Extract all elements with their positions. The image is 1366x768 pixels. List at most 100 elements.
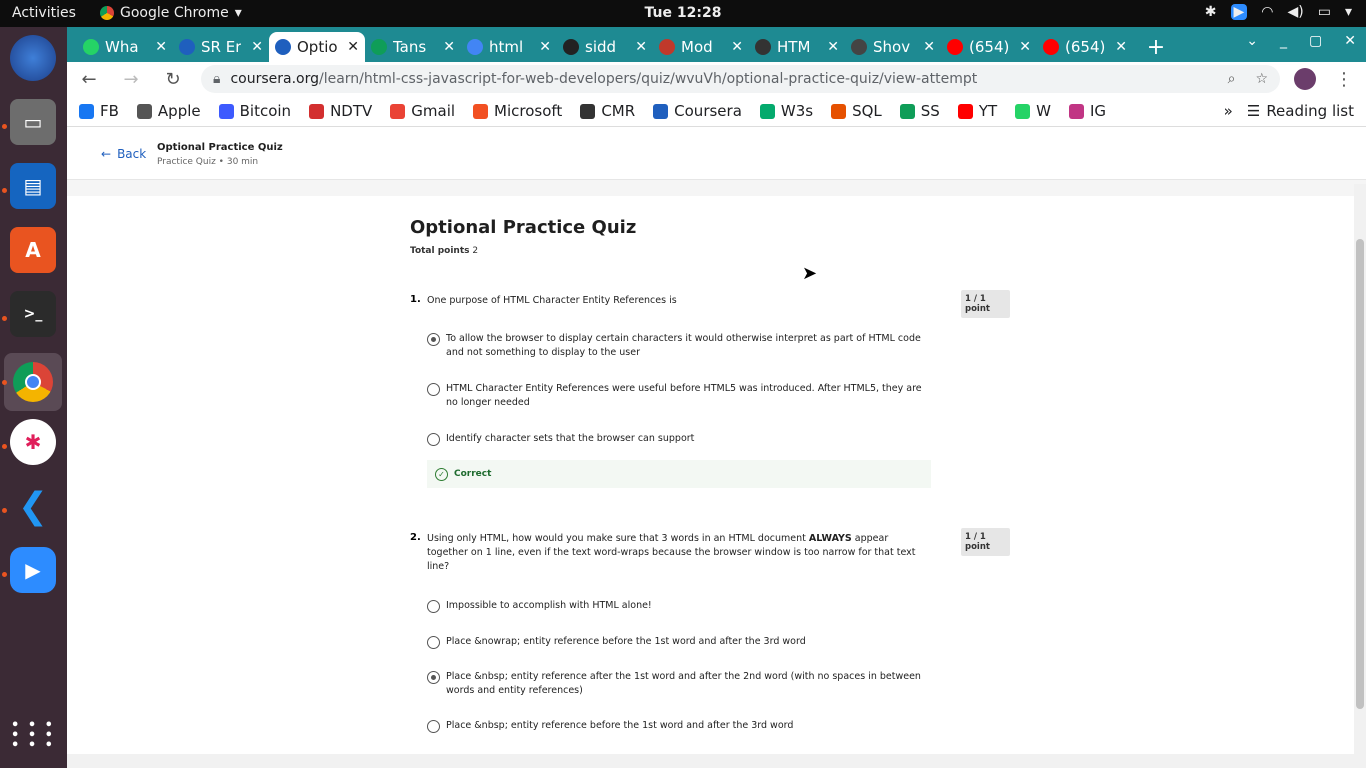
browser-tab[interactable]: Tans ✕ [365,32,461,62]
bookmark-favicon-icon [136,103,152,119]
libreoffice-impress-icon[interactable]: ▤ [10,163,56,209]
zoom-icon[interactable]: ⌕ [1228,71,1236,87]
bookmark-item[interactable]: CMR [580,102,635,120]
back-link[interactable]: ← Back [101,147,146,161]
bookmark-favicon-icon [390,103,406,119]
close-tab-icon[interactable]: ✕ [731,39,743,55]
page-band [67,180,1366,196]
browser-tab[interactable]: Mod ✕ [653,32,749,62]
radio[interactable] [427,720,440,733]
close-tab-icon[interactable]: ✕ [827,39,839,55]
vscode-icon[interactable]: ❮ [10,483,56,529]
option[interactable]: Place &nbsp; entity reference after the … [427,670,927,698]
option[interactable]: Identify character sets that the browser… [427,432,927,446]
bookmark-item[interactable]: YT [957,102,997,120]
radio[interactable] [427,433,440,446]
tab-search-icon[interactable]: ⌄ [1246,33,1258,49]
close-tab-icon[interactable]: ✕ [347,39,359,55]
zoom-icon[interactable]: ▶ [10,547,56,593]
reading-list-button[interactable]: ☰ Reading list [1247,102,1354,120]
bookmark-item[interactable]: FB [79,102,119,120]
minimize-icon[interactable]: _ [1280,33,1287,49]
header-title: Optional Practice Quiz [157,142,283,153]
option[interactable]: Place &nowrap; entity reference before t… [427,635,927,649]
browser-tab[interactable]: sidd ✕ [557,32,653,62]
scrollbar-thumb[interactable] [1356,239,1364,709]
bookmark-star-icon[interactable]: ☆ [1255,71,1268,87]
bookmark-item[interactable]: Microsoft [473,102,562,120]
close-window-icon[interactable]: ✕ [1344,33,1356,49]
bookmark-item[interactable]: W3s [759,102,813,120]
horizontal-scrollbar[interactable] [67,754,1366,768]
option[interactable]: Place &nbsp; entity reference before the… [427,719,927,733]
files-icon[interactable]: ▭ [10,99,56,145]
bookmark-label: W [1036,102,1051,120]
wifi-icon[interactable]: ◠ [1261,4,1273,20]
close-tab-icon[interactable]: ✕ [1115,39,1127,55]
menu-icon[interactable]: ⋮ [1330,69,1358,90]
bookmark-item[interactable]: SQL [831,102,882,120]
tab-title: HTM [777,38,811,56]
option[interactable]: To allow the browser to display certain … [427,332,927,360]
close-tab-icon[interactable]: ✕ [251,39,263,55]
browser-tab[interactable]: (654) ✕ [1037,32,1133,62]
radio[interactable] [427,636,440,649]
bookmark-label: Coursera [674,102,742,120]
browser-tab[interactable]: Optio ✕ [269,32,365,62]
thunderbird-icon[interactable] [10,35,56,81]
bookmark-item[interactable]: Coursera [653,102,742,120]
clock[interactable]: Tue 12:28 [0,5,1366,21]
radio[interactable] [427,383,440,396]
address-bar[interactable]: 🔒︎ coursera.org/learn/html-css-javascrip… [201,65,1280,93]
browser-toolbar: ← → ↻ 🔒︎ coursera.org/learn/html-css-jav… [67,62,1366,96]
browser-tab[interactable]: (654) ✕ [941,32,1037,62]
back-icon[interactable]: ← [75,69,103,90]
chrome-dock-icon[interactable] [4,353,62,411]
forward-icon[interactable]: → [117,69,145,90]
volume-icon[interactable]: ◀) [1288,4,1304,20]
slack-icon[interactable]: ✱ [10,419,56,465]
close-tab-icon[interactable]: ✕ [539,39,551,55]
bookmark-item[interactable]: NDTV [309,102,372,120]
browser-tab[interactable]: SR Er ✕ [173,32,269,62]
battery-icon[interactable]: ▭ [1318,4,1331,20]
bookmark-item[interactable]: W [1015,102,1051,120]
bookmark-item[interactable]: Apple [136,102,201,120]
close-tab-icon[interactable]: ✕ [155,39,167,55]
system-tray[interactable]: ✱ ▶ ◠ ◀) ▭ ▾ [1205,4,1352,20]
browser-tab[interactable]: HTM ✕ [749,32,845,62]
close-tab-icon[interactable]: ✕ [443,39,455,55]
power-menu-icon[interactable]: ▾ [1345,4,1352,20]
tab-strip: Wha ✕ SR Er ✕ Optio ✕ Tans ✕ html ✕ sidd ✕ Mod ✕ HTM ✕ S… [67,27,1366,62]
option[interactable]: Impossible to accomplish with HTML alone… [427,599,927,613]
radio[interactable] [427,600,440,613]
software-center-icon[interactable]: A [10,227,56,273]
close-tab-icon[interactable]: ✕ [635,39,647,55]
bookmark-item[interactable]: Bitcoin [218,102,291,120]
close-tab-icon[interactable]: ✕ [1019,39,1031,55]
browser-tab[interactable]: Shov ✕ [845,32,941,62]
radio-selected[interactable] [427,671,440,684]
running-indicator [2,572,7,577]
close-tab-icon[interactable]: ✕ [923,39,935,55]
bookmark-item[interactable]: IG [1069,102,1106,120]
total-points-value: 2 [472,246,479,256]
zoom-tray-icon[interactable]: ▶ [1230,4,1248,20]
bookmark-item[interactable]: Gmail [390,102,455,120]
radio-selected[interactable] [427,333,440,346]
new-tab-button[interactable]: + [1141,32,1171,62]
browser-tab[interactable]: Wha ✕ [77,32,173,62]
terminal-icon[interactable]: >_ [10,291,56,337]
vertical-scrollbar[interactable] [1354,184,1366,768]
github-icon [563,39,579,55]
option-text: Place &nowrap; entity reference before t… [446,636,806,647]
bookmark-item[interactable]: SS [899,102,940,120]
browser-tab[interactable]: html ✕ [461,32,557,62]
reload-icon[interactable]: ↻ [159,69,187,90]
maximize-icon[interactable]: ▢ [1309,33,1322,49]
option[interactable]: HTML Character Entity References were us… [427,382,927,410]
more-bookmarks-icon[interactable]: » [1224,102,1233,120]
slack-tray-icon[interactable]: ✱ [1205,4,1217,20]
profile-avatar[interactable] [1294,68,1316,90]
show-apps-icon[interactable]: • • • • • • • • • [10,713,56,759]
